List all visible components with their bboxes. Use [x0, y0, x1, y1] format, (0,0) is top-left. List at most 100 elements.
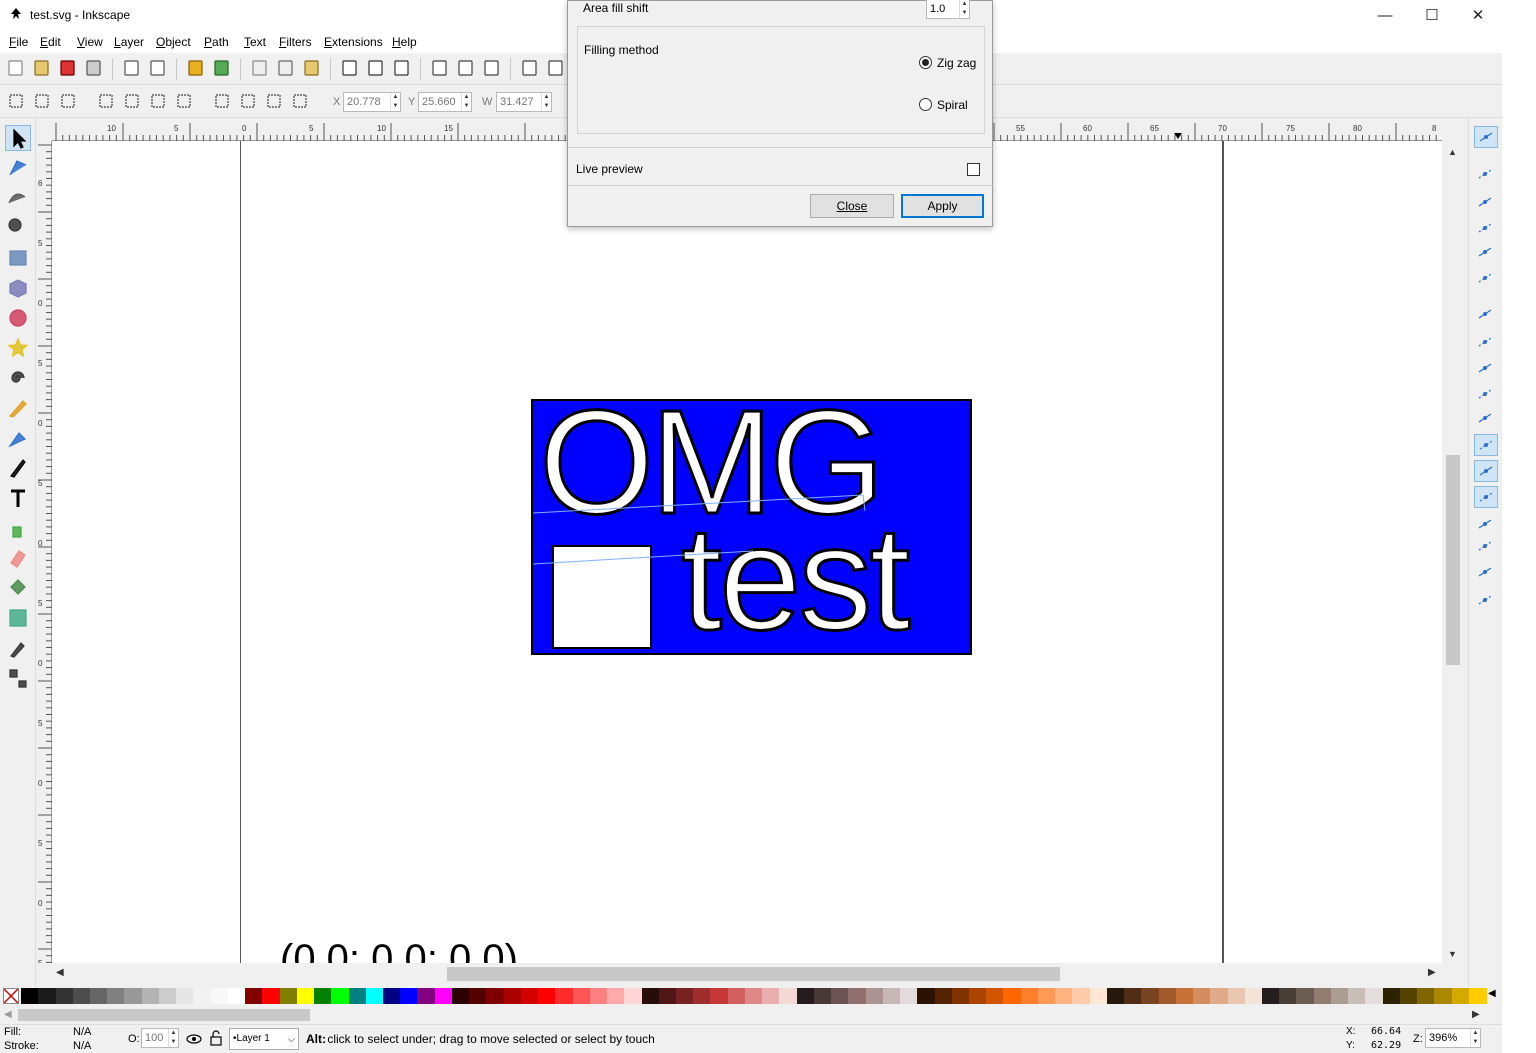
palette-swatch[interactable] [1365, 988, 1384, 1004]
palette-swatch[interactable] [451, 988, 470, 1004]
palette-swatch[interactable] [624, 988, 643, 1004]
snap-option-icon[interactable] [1474, 358, 1498, 380]
unlink-clone-icon[interactable] [482, 58, 502, 78]
rotate-ccw-icon[interactable] [96, 91, 116, 111]
palette-swatch[interactable] [710, 988, 729, 1004]
layer-lock-icon[interactable] [209, 1030, 223, 1046]
duplicate-icon[interactable] [430, 58, 450, 78]
pen-tool-icon[interactable] [5, 425, 31, 451]
palette-swatch[interactable] [831, 988, 850, 1004]
select-all-layers-icon[interactable] [32, 91, 52, 111]
spiral-tool-icon[interactable] [5, 365, 31, 391]
palette-swatch[interactable] [1124, 988, 1143, 1004]
new-document-icon[interactable] [6, 58, 26, 78]
redo-icon[interactable] [212, 58, 232, 78]
palette-swatch[interactable] [1072, 988, 1091, 1004]
palette-swatch[interactable] [279, 988, 298, 1004]
palette-swatch[interactable] [365, 988, 384, 1004]
apply-button[interactable]: Apply [901, 194, 984, 218]
palette-swatch[interactable] [1210, 988, 1229, 1004]
scroll-down-icon[interactable]: ▼ [1448, 949, 1457, 959]
zoom-tool-icon[interactable] [5, 215, 31, 241]
zoom-input[interactable]: 396% ▲ ▼ [1425, 1028, 1481, 1048]
artwork-rect[interactable]: OMG test [531, 399, 972, 655]
palette-swatch[interactable] [1296, 988, 1315, 1004]
palette-swatch[interactable] [1279, 988, 1298, 1004]
spiral-label[interactable]: Spiral [937, 98, 968, 112]
palette-swatch[interactable] [1020, 988, 1039, 1004]
palette-swatch[interactable] [245, 988, 264, 1004]
palette-swatch[interactable] [1175, 988, 1194, 1004]
y-input[interactable]: 25.660 ▲ ▼ [418, 92, 472, 112]
palette-swatch[interactable] [503, 988, 522, 1004]
opacity-input[interactable]: 100 ▲ ▼ [141, 1028, 179, 1048]
menu-filters[interactable]: Filters [279, 35, 312, 49]
palette-swatch[interactable] [38, 988, 57, 1004]
palette-swatch[interactable] [1451, 988, 1470, 1004]
open-icon[interactable] [32, 58, 52, 78]
zig-zag-radio[interactable] [919, 56, 932, 69]
opacity-spin-arrows[interactable]: ▲ ▼ [168, 1029, 178, 1047]
menu-edit[interactable]: Edit [40, 35, 61, 49]
ellipse-tool-icon[interactable] [5, 305, 31, 331]
palette-swatch[interactable] [934, 988, 953, 1004]
palette-swatch[interactable] [1037, 988, 1056, 1004]
snap-option-icon[interactable] [1474, 486, 1498, 508]
palette-swatch[interactable] [779, 988, 798, 1004]
snap-option-icon[interactable] [1474, 218, 1498, 240]
palette-swatch[interactable] [1158, 988, 1177, 1004]
palette-swatch[interactable] [1193, 988, 1211, 1004]
palette-swatch[interactable] [55, 988, 74, 1004]
palette-swatch[interactable] [1244, 988, 1263, 1004]
palette-menu-icon[interactable]: ◀ [1488, 988, 1496, 999]
palette-swatch[interactable] [1227, 988, 1246, 1004]
w-input[interactable]: 31.427 ▲ ▼ [496, 92, 552, 112]
snap-option-icon[interactable] [1474, 408, 1498, 430]
palette-swatch[interactable] [1141, 988, 1160, 1004]
palette-swatch[interactable] [1106, 988, 1125, 1004]
print-icon[interactable] [84, 58, 104, 78]
menu-text[interactable]: Text [244, 35, 266, 49]
copy-icon[interactable] [250, 58, 270, 78]
snap-option-icon[interactable] [1474, 514, 1498, 536]
fill-value[interactable]: N/A [73, 1026, 91, 1038]
minimize-button[interactable]: — [1362, 0, 1408, 31]
snap-option-icon[interactable] [1474, 268, 1498, 290]
snap-option-icon[interactable] [1474, 332, 1498, 354]
palette-swatch[interactable] [227, 988, 246, 1004]
scroll-right-icon[interactable]: ▶ [1428, 967, 1436, 978]
palette-swatch[interactable] [1003, 988, 1022, 1004]
no-paint-swatch[interactable] [3, 988, 19, 1004]
zoom-selection-icon[interactable] [340, 58, 360, 78]
drawing-canvas[interactable]: OMG test (0.0; 0.0; 0.0) [52, 141, 1442, 963]
paint-bucket-tool-icon[interactable] [5, 575, 31, 601]
palette-scroll-thumb[interactable] [18, 1009, 310, 1021]
palette-swatch[interactable] [848, 988, 867, 1004]
pencil-tool-icon[interactable] [5, 395, 31, 421]
snap-option-icon[interactable] [1474, 562, 1498, 584]
3d-box-tool-icon[interactable] [5, 275, 31, 301]
palette-swatch[interactable] [607, 988, 625, 1004]
zig-zag-label[interactable]: Zig zag [937, 56, 976, 70]
gradient-tool-icon[interactable] [5, 605, 31, 631]
menu-extensions[interactable]: Extensions [324, 35, 383, 49]
paste-icon[interactable] [302, 58, 322, 78]
palette-swatch[interactable] [641, 988, 660, 1004]
rectangle-tool-icon[interactable] [5, 245, 31, 271]
palette-swatch[interactable] [107, 988, 126, 1004]
palette-swatch[interactable] [21, 988, 39, 1004]
layer-visibility-icon[interactable] [186, 1031, 202, 1047]
eraser-tool-icon[interactable] [5, 545, 31, 571]
import-icon[interactable] [122, 58, 142, 78]
palette-swatch[interactable] [400, 988, 419, 1004]
save-icon[interactable] [58, 58, 78, 78]
palette-swatch[interactable] [572, 988, 591, 1004]
zoom-page-icon[interactable] [392, 58, 412, 78]
menu-help[interactable]: Help [392, 35, 417, 49]
menu-file[interactable]: File [9, 35, 28, 49]
text-tool-icon[interactable] [5, 485, 31, 511]
palette-swatch[interactable] [865, 988, 884, 1004]
palette-swatch[interactable] [417, 988, 436, 1004]
palette-swatch[interactable] [210, 988, 229, 1004]
deselect-icon[interactable] [58, 91, 78, 111]
